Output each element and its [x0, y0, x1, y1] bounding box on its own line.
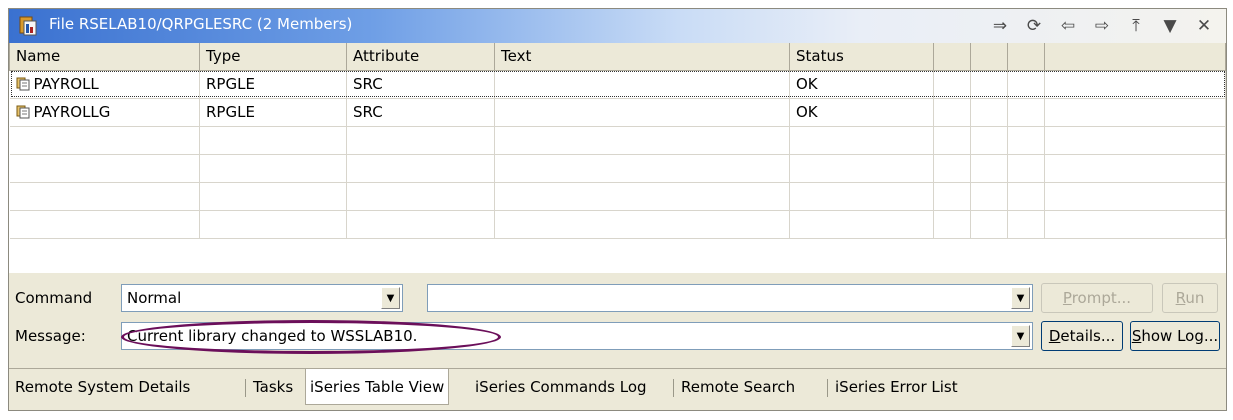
column-header-text[interactable]: Text [494, 43, 790, 71]
cell-text[interactable] [494, 70, 790, 99]
column-header-blank[interactable] [970, 43, 1008, 71]
chevron-down-icon[interactable]: ▼ [381, 287, 400, 309]
cell-blank[interactable] [970, 70, 1008, 99]
members-table-area: Name Type Attribute Text Status PAYROLL … [9, 43, 1226, 273]
prompt-button-label: Prompt... [1062, 289, 1132, 307]
view-toolbar: ⇒ ⟳ ⇦ ⇨ ⤒ ▼ ✕ [986, 14, 1218, 38]
message-row: Message: Current library changed to WSSL… [9, 319, 1226, 355]
column-header-blank[interactable] [1007, 43, 1045, 71]
cell-filler [1044, 98, 1226, 127]
command-label: Command [15, 289, 93, 307]
view-title-bar: File RSELAB10/QRPGLESRC (2 Members) ⇒ ⟳ … [9, 9, 1226, 43]
cell-attribute[interactable]: SRC [346, 98, 495, 127]
cell-type[interactable]: RPGLE [199, 98, 347, 127]
table-row[interactable]: PAYROLLG RPGLE SRC OK [9, 98, 1226, 127]
column-header-attribute[interactable]: Attribute [346, 43, 495, 71]
empty-row [9, 154, 1226, 183]
member-icon [16, 105, 29, 119]
column-header-blank[interactable] [933, 43, 971, 71]
tab-remote-system-details[interactable]: Remote System Details [11, 369, 194, 405]
tab-remote-search[interactable]: Remote Search [677, 369, 799, 405]
command-row: Command Normal ▼ ▼ Prompt... Run [9, 281, 1226, 317]
up-level-icon[interactable]: ⤒ [1122, 14, 1150, 38]
refresh-icon[interactable]: ⟳ [1020, 14, 1048, 38]
tab-iseries-error-list[interactable]: iSeries Error List [831, 369, 962, 405]
members-table: Name Type Attribute Text Status PAYROLL … [9, 43, 1226, 239]
details-button[interactable]: Details... [1041, 321, 1123, 351]
cell-status[interactable]: OK [789, 70, 934, 99]
empty-row [9, 210, 1226, 239]
view-tabs: Remote System Details Tasks iSeries Tabl… [9, 368, 1226, 409]
cell-name[interactable]: PAYROLL [9, 70, 200, 99]
show-log-button[interactable]: Show Log... [1130, 321, 1220, 351]
empty-row [9, 182, 1226, 211]
view-title: File RSELAB10/QRPGLESRC (2 Members) [49, 15, 353, 33]
cell-blank[interactable] [933, 70, 971, 99]
run-button-label: Run [1175, 289, 1205, 307]
message-field[interactable]: Current library changed to WSSLAB10. ▼ [121, 322, 1033, 350]
command-input[interactable]: ▼ [427, 284, 1033, 312]
details-button-label: Details... [1048, 327, 1116, 345]
command-mode-select[interactable]: Normal ▼ [121, 284, 403, 312]
column-header-status[interactable]: Status [789, 43, 934, 71]
back-icon[interactable]: ⇦ [1054, 14, 1082, 38]
cell-status[interactable]: OK [789, 98, 934, 127]
show-log-button-label: Show Log... [1131, 327, 1219, 345]
table-header-row: Name Type Attribute Text Status [9, 43, 1226, 71]
prompt-button[interactable]: Prompt... [1041, 283, 1153, 313]
cell-attribute[interactable]: SRC [346, 70, 495, 99]
column-header-type[interactable]: Type [199, 43, 347, 71]
message-value: Current library changed to WSSLAB10. [127, 327, 418, 345]
column-header-name[interactable]: Name [9, 43, 200, 71]
table-view-window: File RSELAB10/QRPGLESRC (2 Members) ⇒ ⟳ … [8, 8, 1227, 411]
close-icon[interactable]: ✕ [1190, 14, 1218, 38]
member-name: PAYROLL [33, 75, 99, 93]
chevron-down-icon[interactable]: ▼ [1011, 287, 1030, 309]
cell-blank[interactable] [1007, 98, 1045, 127]
cell-text[interactable] [494, 98, 790, 127]
cell-filler [1044, 70, 1226, 99]
column-header-filler [1044, 43, 1226, 71]
chevron-down-icon[interactable]: ▼ [1011, 325, 1030, 347]
command-mode-value: Normal [127, 289, 182, 307]
tab-tasks[interactable]: Tasks [249, 369, 297, 405]
member-icon [16, 77, 29, 91]
table-row[interactable]: PAYROLL RPGLE SRC OK [9, 70, 1226, 99]
tab-iseries-table-view[interactable]: iSeries Table View [305, 369, 450, 405]
empty-row [9, 126, 1226, 155]
link-with-editor-icon[interactable]: ⇒ [986, 14, 1014, 38]
forward-icon[interactable]: ⇨ [1088, 14, 1116, 38]
cell-type[interactable]: RPGLE [199, 70, 347, 99]
view-menu-icon[interactable]: ▼ [1156, 14, 1184, 38]
tab-iseries-commands-log[interactable]: iSeries Commands Log [471, 369, 651, 405]
file-members-icon [19, 16, 37, 36]
cell-name[interactable]: PAYROLLG [9, 98, 200, 127]
member-name: PAYROLLG [33, 103, 111, 121]
message-label: Message: [15, 327, 86, 345]
cell-blank[interactable] [1007, 70, 1045, 99]
cell-blank[interactable] [933, 98, 971, 127]
run-button[interactable]: Run [1162, 283, 1218, 313]
cell-blank[interactable] [970, 98, 1008, 127]
